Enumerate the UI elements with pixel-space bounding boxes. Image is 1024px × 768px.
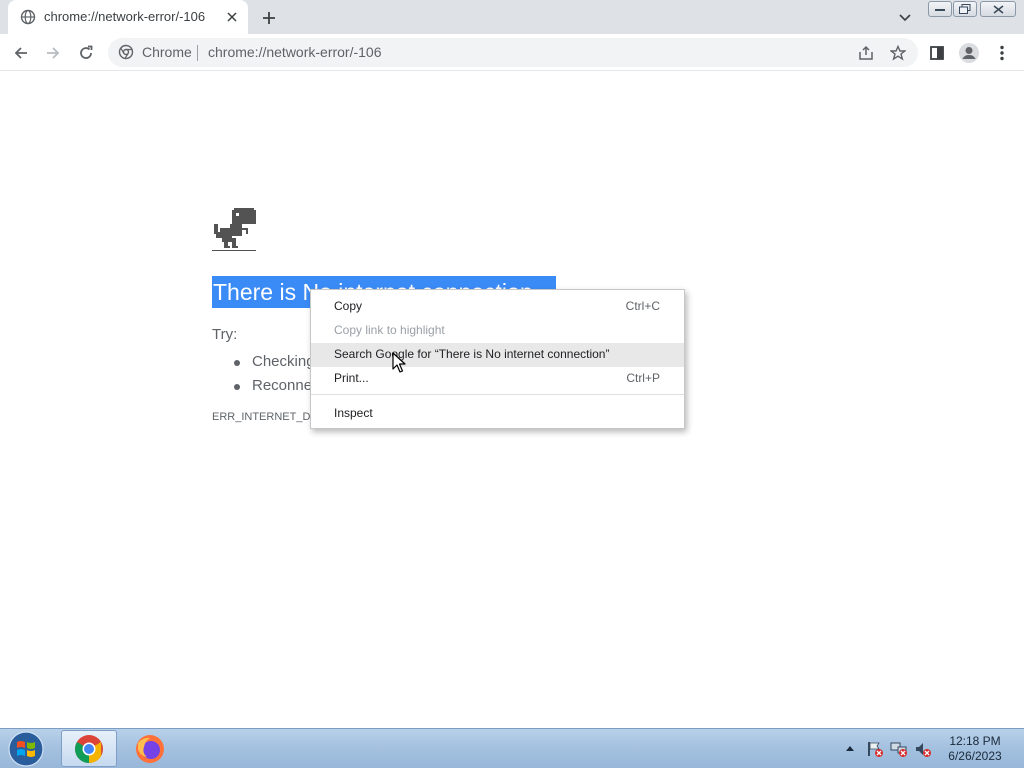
try-label: Try: bbox=[212, 326, 238, 343]
menu-item-label: Copy bbox=[334, 299, 363, 313]
action-center-icon[interactable] bbox=[866, 740, 884, 758]
star-icon[interactable] bbox=[888, 43, 908, 63]
menu-item-label: Copy link to highlight bbox=[334, 323, 445, 337]
url-text[interactable]: chrome://network-error/-106 bbox=[208, 44, 382, 60]
chrome-icon bbox=[75, 734, 103, 763]
start-button[interactable] bbox=[6, 731, 46, 767]
arrow-right-icon bbox=[47, 47, 60, 59]
menu-item-copy-link-to-highlight[interactable]: Copy link to highlight bbox=[311, 319, 684, 343]
context-menu: Copy Ctrl+C Copy link to highlight Searc… bbox=[310, 289, 685, 429]
dinosaur-icon bbox=[212, 208, 256, 251]
share-icon[interactable] bbox=[856, 43, 876, 63]
tab-strip: chrome://network-error/-106 bbox=[0, 0, 1024, 34]
tab-title: chrome://network-error/-106 bbox=[44, 9, 206, 24]
clock-date: 6/26/2023 bbox=[948, 749, 1002, 763]
chevron-down-icon[interactable] bbox=[894, 7, 916, 29]
arrow-left-icon bbox=[14, 47, 27, 59]
menu-item-label: Print... bbox=[334, 371, 369, 385]
taskbar: 12:18 PM 6/26/2023 bbox=[0, 728, 1024, 768]
profile-icon bbox=[959, 43, 979, 63]
network-icon[interactable] bbox=[890, 740, 908, 758]
browser-tab[interactable]: chrome://network-error/-106 bbox=[8, 0, 248, 34]
side-panel-button[interactable] bbox=[924, 40, 950, 66]
taskbar-firefox[interactable] bbox=[122, 730, 178, 767]
reload-button[interactable] bbox=[73, 40, 99, 66]
suggestion-list: Checking Reconne bbox=[232, 350, 315, 398]
forward-button[interactable] bbox=[40, 40, 66, 66]
reload-icon bbox=[80, 45, 93, 59]
menu-item-label: Inspect bbox=[334, 406, 373, 420]
profile-button[interactable] bbox=[956, 40, 982, 66]
menu-item-copy[interactable]: Copy Ctrl+C bbox=[311, 295, 684, 319]
browser-toolbar: Chrome chrome://network-error/-106 bbox=[0, 34, 1024, 71]
menu-item-inspect[interactable]: Inspect bbox=[311, 402, 684, 426]
taskbar-chrome[interactable] bbox=[61, 730, 117, 767]
system-clock[interactable]: 12:18 PM 6/26/2023 bbox=[940, 734, 1010, 764]
restore-button[interactable] bbox=[953, 1, 977, 17]
clock-time: 12:18 PM bbox=[949, 734, 1001, 748]
menu-item-print[interactable]: Print... Ctrl+P bbox=[311, 367, 684, 391]
list-item: Checking bbox=[232, 350, 315, 374]
menu-item-search-google[interactable]: Search Google for “There is No internet … bbox=[311, 343, 684, 367]
error-code: ERR_INTERNET_DIS bbox=[212, 411, 321, 423]
mouse-cursor-icon bbox=[392, 352, 406, 373]
close-window-button[interactable] bbox=[980, 1, 1016, 17]
menu-item-label: Search Google for “There is No internet … bbox=[334, 347, 610, 361]
side-panel-icon bbox=[930, 46, 944, 60]
close-icon[interactable] bbox=[224, 9, 240, 25]
menu-divider bbox=[311, 394, 684, 395]
kebab-menu-icon[interactable] bbox=[989, 40, 1015, 66]
site-chip: Chrome bbox=[142, 44, 192, 60]
new-tab-button[interactable] bbox=[258, 7, 280, 29]
list-item: Reconne bbox=[232, 374, 315, 398]
globe-icon bbox=[20, 9, 36, 25]
volume-muted-icon[interactable] bbox=[914, 740, 932, 758]
address-bar[interactable]: Chrome chrome://network-error/-106 bbox=[108, 38, 918, 67]
firefox-icon bbox=[136, 734, 164, 763]
menu-item-shortcut: Ctrl+P bbox=[626, 371, 660, 385]
back-button[interactable] bbox=[8, 40, 34, 66]
minimize-button[interactable] bbox=[928, 1, 952, 17]
chrome-site-icon[interactable] bbox=[118, 44, 134, 60]
tray-expand-icon[interactable] bbox=[844, 741, 856, 755]
windows-logo-icon bbox=[8, 731, 44, 767]
divider bbox=[197, 45, 198, 61]
menu-item-shortcut: Ctrl+C bbox=[625, 299, 660, 313]
